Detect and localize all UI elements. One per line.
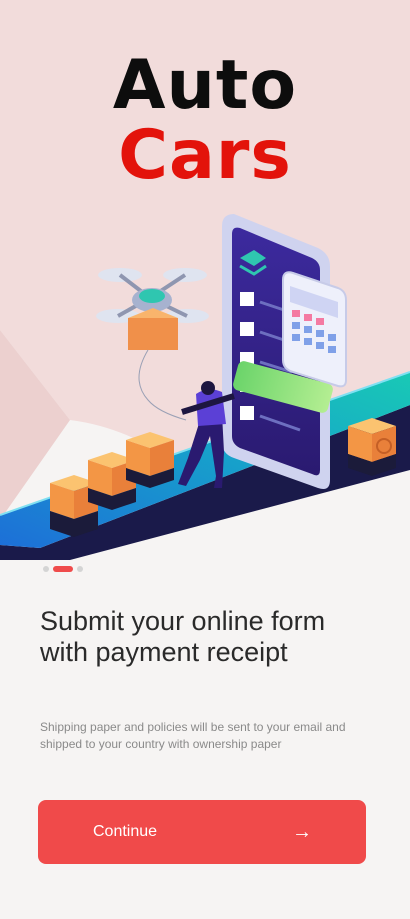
continue-button[interactable]: Continue → [38,800,366,864]
onboarding-title: Submit your online form with payment rec… [40,606,326,667]
arrow-right-icon: → [292,821,312,843]
continue-button-label: Continue [93,823,158,840]
page-dot-2-active[interactable] [53,566,73,572]
onboarding-subtitle: Shipping paper and policies will be sent… [40,720,346,751]
page-dot-3[interactable] [77,566,83,572]
page-indicator [43,566,83,572]
logo-cars-text: Cars [118,116,292,195]
logo-auto-text: Auto [112,46,298,125]
page-dot-1[interactable] [43,566,49,572]
